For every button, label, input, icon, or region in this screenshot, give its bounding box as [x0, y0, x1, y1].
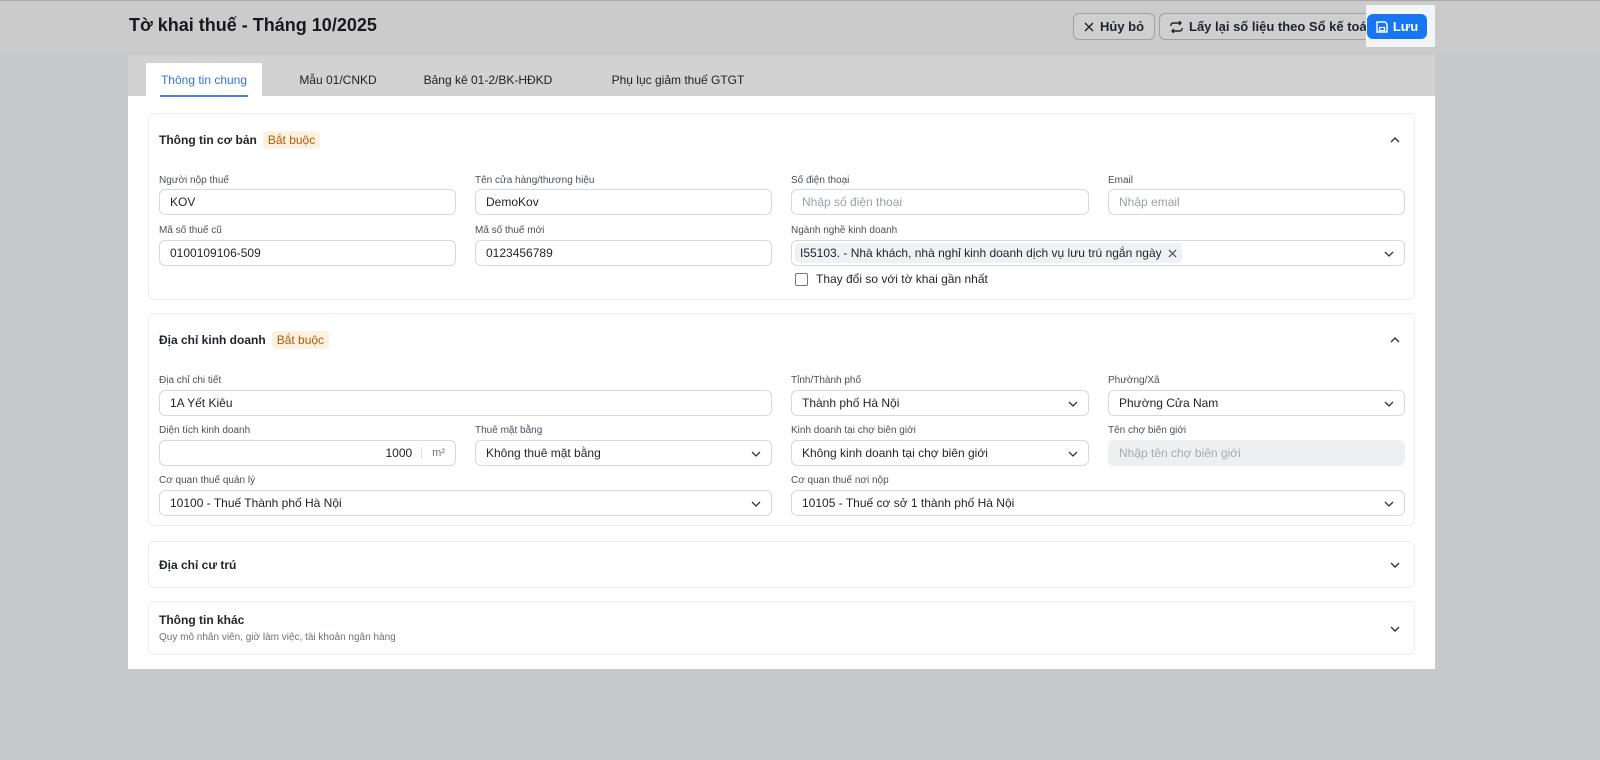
other-info-card[interactable]: Thông tin khác Quy mô nhân viên, giờ làm…: [148, 601, 1415, 655]
phone-label: Số điện thoại: [791, 175, 850, 186]
store-input[interactable]: DemoKov: [475, 189, 772, 215]
new-tax-input[interactable]: 0123456789: [475, 240, 772, 266]
cancel-button[interactable]: Hủy bỏ: [1073, 13, 1156, 40]
basic-title-text: Thông tin cơ bản: [159, 133, 257, 147]
store-label: Tên cửa hàng/thương hiệu: [475, 175, 595, 186]
rent-value: Không thuê mặt bằng: [486, 446, 601, 460]
swap-icon: [1170, 20, 1183, 33]
save-label: Lưu: [1392, 19, 1419, 34]
ward-value: Phường Cửa Nam: [1119, 396, 1219, 410]
tab-vat-appendix[interactable]: Phụ lục giảm thuế GTGT: [598, 63, 758, 96]
change-checkbox-row[interactable]: Thay đổi so với tờ khai gần nhất: [795, 272, 988, 286]
industry-label: Ngành nghề kinh doanh: [791, 225, 898, 236]
border-market-select[interactable]: Không kinh doanh tại chợ biên giới: [791, 440, 1089, 466]
email-label: Email: [1108, 175, 1134, 186]
industry-select[interactable]: I55103. - Nhà khách, nhà nghỉ kinh doanh…: [791, 240, 1405, 266]
address-title[interactable]: Địa chỉ kinh doanh Bắt buộc: [159, 331, 330, 349]
area-input[interactable]: 1000 m²: [159, 440, 456, 466]
new-tax-label: Mã số thuế mới: [475, 225, 545, 236]
chevron-down-icon: [751, 501, 761, 507]
chevron-down-icon: [1068, 401, 1078, 407]
payment-office-select[interactable]: 10105 - Thuế cơ sở 1 thành phố Hà Nội: [791, 490, 1405, 516]
form-panel: Thông tin chung Mẫu 01/CNKD Bảng kê 01-2…: [128, 55, 1435, 669]
chevron-down-icon: [751, 451, 761, 457]
basic-info-title[interactable]: Thông tin cơ bản Bắt buộc: [159, 131, 321, 149]
tab-list-01-2[interactable]: Bảng kê 01-2/BK-HĐKD: [418, 63, 558, 96]
business-address-card: Địa chỉ kinh doanh Bắt buộc Địa chỉ chi t…: [148, 313, 1415, 526]
taxpayer-label: Người nộp thuế: [159, 175, 229, 186]
email-input[interactable]: Nhập email: [1108, 189, 1405, 215]
market-name-input[interactable]: Nhập tên chợ biên giới: [1108, 440, 1405, 466]
basic-info-card: Thông tin cơ bản Bắt buộc Người nộp thuế …: [148, 113, 1415, 300]
rent-select[interactable]: Không thuê mặt bằng: [475, 440, 772, 466]
managing-office-value: 10100 - Thuế Thành phố Hà Nội: [170, 496, 342, 510]
old-tax-input[interactable]: 0100109106-509: [159, 240, 456, 266]
ward-select[interactable]: Phường Cửa Nam: [1108, 390, 1405, 416]
province-select[interactable]: Thành phố Hà Nội: [791, 390, 1089, 416]
reload-button[interactable]: Lấy lại số liệu theo Sổ kế toán: [1159, 13, 1386, 40]
required-badge: Bắt buộc: [262, 131, 321, 149]
ward-label: Phường/Xã: [1108, 375, 1160, 386]
chevron-down-icon: [1384, 401, 1394, 407]
old-tax-label: Mã số thuế cũ: [159, 225, 222, 236]
chevron-up-icon[interactable]: [1390, 135, 1400, 145]
save-icon: [1376, 20, 1388, 33]
chevron-down-icon[interactable]: [1390, 560, 1400, 570]
chevron-up-icon[interactable]: [1390, 335, 1400, 345]
taxpayer-input[interactable]: KOV: [159, 189, 456, 215]
cancel-label: Hủy bỏ: [1100, 19, 1145, 34]
reload-label: Lấy lại số liệu theo Sổ kế toán: [1189, 19, 1375, 34]
page-title: Tờ khai thuế - Tháng 10/2025: [129, 15, 377, 35]
chevron-down-icon: [1068, 451, 1078, 457]
border-market-value: Không kinh doanh tại chợ biên giới: [802, 446, 988, 460]
industry-tag-text: I55103. - Nhà khách, nhà nghỉ kinh doanh…: [800, 246, 1162, 260]
save-button[interactable]: Lưu: [1367, 14, 1427, 39]
managing-office-select[interactable]: 10100 - Thuế Thành phố Hà Nội: [159, 490, 772, 516]
residence-address-card[interactable]: Địa chỉ cư trú: [148, 541, 1415, 588]
chevron-down-icon: [1384, 501, 1394, 507]
area-label: Diện tích kinh doanh: [159, 425, 251, 436]
rent-label: Thuê mặt bằng: [475, 425, 543, 436]
market-name-label: Tên chợ biên giới: [1108, 425, 1187, 436]
other-info-title: Thông tin khác: [159, 613, 245, 627]
payment-office-label: Cơ quan thuế nơi nộp: [791, 475, 889, 486]
area-value: 1000: [385, 446, 413, 460]
payment-office-value: 10105 - Thuế cơ sở 1 thành phố Hà Nội: [802, 496, 1015, 510]
chevron-down-icon: [1384, 251, 1394, 257]
province-value: Thành phố Hà Nội: [802, 396, 900, 410]
close-icon: [1084, 22, 1094, 31]
other-info-subtitle: Quy mô nhân viên, giờ làm việc, tài khoả…: [159, 632, 396, 643]
tab-general[interactable]: Thông tin chung: [146, 63, 262, 97]
address-title-text: Địa chỉ kinh doanh: [159, 333, 266, 347]
change-label: Thay đổi so với tờ khai gần nhất: [816, 272, 988, 286]
managing-office-label: Cơ quan thuế quản lý: [159, 475, 256, 486]
province-label: Tỉnh/Thành phố: [791, 375, 862, 386]
tab-form-01[interactable]: Mẫu 01/CNKD: [288, 63, 388, 96]
remove-tag-icon[interactable]: [1168, 248, 1177, 258]
border-market-label: Kinh doanh tại chợ biên giới: [791, 425, 916, 436]
detail-address-label: Địa chỉ chi tiết: [159, 375, 222, 386]
industry-tag: I55103. - Nhà khách, nhà nghỉ kinh doanh…: [795, 243, 1182, 263]
phone-input[interactable]: Nhập số điện thoại: [791, 189, 1089, 215]
chevron-down-icon[interactable]: [1390, 624, 1400, 634]
residence-title: Địa chỉ cư trú: [159, 558, 237, 572]
required-badge: Bắt buộc: [271, 331, 330, 349]
area-unit: m²: [421, 447, 455, 459]
detail-address-input[interactable]: 1A Yết Kiêu: [159, 390, 772, 416]
change-checkbox[interactable]: [795, 272, 808, 286]
